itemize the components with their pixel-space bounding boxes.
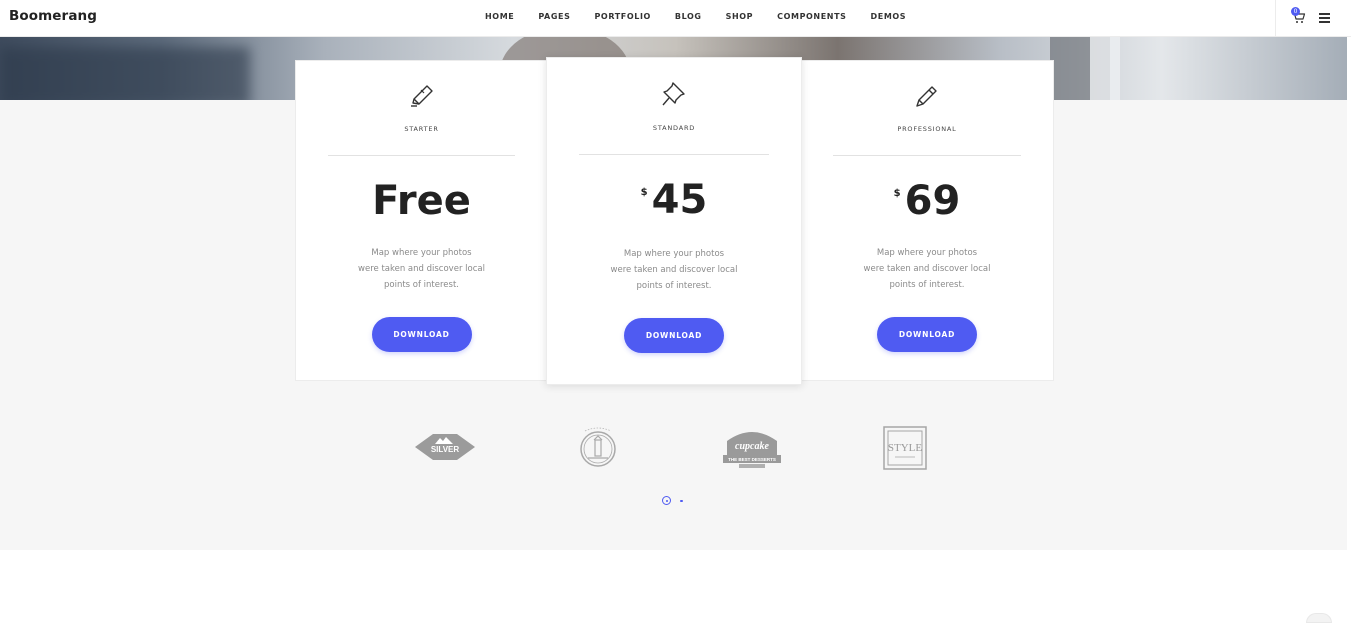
plan-description: Map where your photos were taken and dis…: [842, 245, 1012, 293]
nav-portfolio[interactable]: PORTFOLIO: [594, 12, 650, 21]
plan-name: STANDARD: [652, 124, 696, 132]
top-navbar: Boomerang HOME PAGES PORTFOLIO BLOG SHOP…: [0, 0, 1351, 37]
pencil-icon: [912, 81, 942, 111]
price-value: 45: [651, 177, 708, 223]
currency-symbol: $: [640, 187, 648, 198]
silver-logo: SILVER: [413, 428, 477, 470]
plan-price: $45: [547, 180, 801, 231]
logo-text: STYLE: [888, 442, 923, 454]
price-value: Free: [372, 178, 471, 224]
desc-line: points of interest.: [383, 280, 459, 290]
currency-symbol: $: [893, 188, 901, 199]
brand-logo[interactable]: Boomerang: [9, 8, 97, 24]
card-divider: [328, 155, 515, 156]
client-logos: SILVER cupcake THE BEST DESSERTS STYLE: [0, 420, 1351, 480]
scroll-to-top-button[interactable]: [1306, 613, 1332, 623]
download-button[interactable]: DOWNLOAD: [624, 318, 724, 353]
nav-blog[interactable]: BLOG: [675, 12, 702, 21]
desc-line: points of interest.: [889, 280, 965, 290]
hamburger-menu-icon[interactable]: [1319, 11, 1332, 23]
plan-description: Map where your photos were taken and dis…: [337, 245, 507, 293]
nav-home[interactable]: HOME: [485, 12, 514, 21]
carousel-dot[interactable]: [680, 499, 683, 502]
pricing-card-standard: STANDARD $45 Map where your photos were …: [546, 57, 802, 385]
desc-line: were taken and discover local: [610, 265, 738, 275]
page-edge: [1347, 37, 1351, 618]
pushpin-icon: [659, 78, 689, 108]
nav-demos[interactable]: DEMOS: [871, 12, 907, 21]
price-value: 69: [904, 178, 961, 224]
header-divider: [1275, 0, 1276, 37]
plan-price: $69: [801, 181, 1053, 232]
cupcake-logo: cupcake THE BEST DESSERTS: [721, 427, 783, 475]
nav-components[interactable]: COMPONENTS: [777, 12, 846, 21]
desc-line: were taken and discover local: [358, 264, 485, 274]
style-logo: STYLE: [883, 426, 927, 474]
nav-pages[interactable]: PAGES: [538, 12, 570, 21]
lighthouse-logo: [577, 426, 619, 474]
plan-price: Free: [296, 181, 547, 221]
desc-line: points of interest.: [636, 281, 712, 291]
pen-nib-icon: [407, 81, 437, 111]
logo-text: cupcake: [735, 441, 769, 452]
cart-count-badge: 0: [1291, 7, 1300, 16]
desc-line: Map where your photos: [371, 248, 472, 258]
card-divider: [833, 155, 1021, 156]
carousel-pagination: [661, 495, 691, 507]
pricing-card-starter: STARTER Free Map where your photos were …: [295, 60, 548, 381]
download-button[interactable]: DOWNLOAD: [371, 317, 472, 352]
pricing-card-professional: PROFESSIONAL $69 Map where your photos w…: [800, 60, 1054, 381]
card-divider: [579, 154, 769, 155]
plan-description: Map where your photos were taken and dis…: [589, 246, 759, 294]
nav-shop[interactable]: SHOP: [726, 12, 754, 21]
download-button[interactable]: DOWNLOAD: [877, 317, 977, 352]
plan-name: PROFESSIONAL: [897, 125, 957, 133]
carousel-dot-active[interactable]: [662, 496, 671, 505]
main-nav: HOME PAGES PORTFOLIO BLOG SHOP COMPONENT…: [485, 12, 930, 21]
desc-line: Map where your photos: [623, 249, 725, 259]
logo-text: SILVER: [431, 445, 460, 454]
desc-line: Map where your photos: [876, 248, 978, 258]
desc-line: were taken and discover local: [863, 264, 991, 274]
plan-name: STARTER: [404, 125, 439, 133]
logo-subtext: THE BEST DESSERTS: [728, 457, 776, 462]
